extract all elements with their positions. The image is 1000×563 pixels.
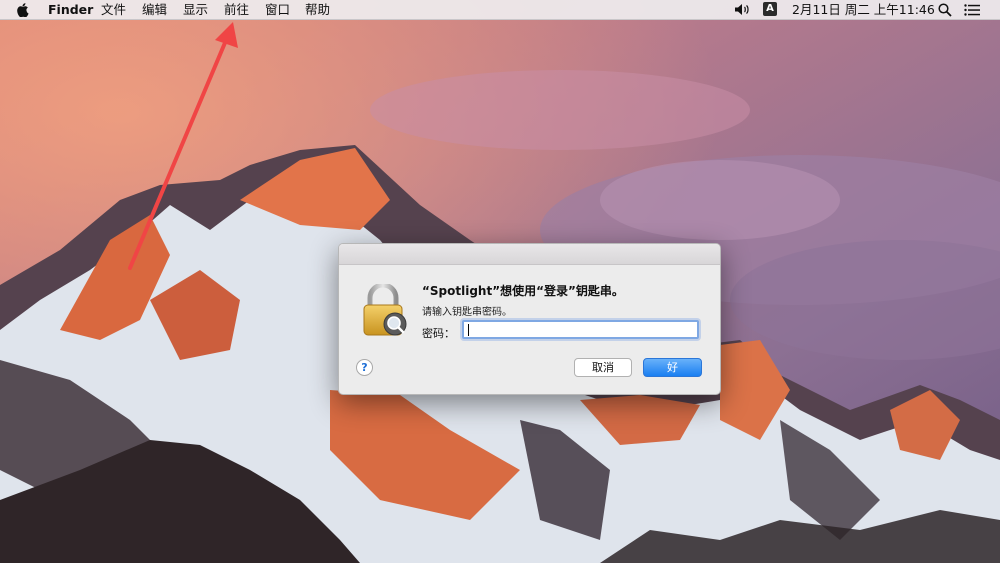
search-icon[interactable] xyxy=(938,3,952,17)
password-label: 密码： xyxy=(422,327,455,340)
apple-logo-icon[interactable] xyxy=(16,2,30,17)
keychain-lock-icon xyxy=(363,284,407,336)
menu-edit[interactable]: 编辑 xyxy=(142,1,167,19)
menu-finder[interactable]: Finder xyxy=(48,1,93,19)
dialog-subtitle: 请输入钥匙串密码。 xyxy=(422,307,512,318)
menu-help[interactable]: 帮助 xyxy=(305,1,330,19)
dialog-title: “Spotlight”想使用“登录”钥匙串。 xyxy=(422,284,624,298)
password-input[interactable] xyxy=(462,320,699,339)
menubar-clock[interactable]: 2月11日 周二 上午11:46 xyxy=(792,1,935,19)
menu-bar: Finder 文件 编辑 显示 前往 窗口 帮助 A 2月11日 周二 上午11… xyxy=(0,0,1000,20)
menu-go[interactable]: 前往 xyxy=(224,1,249,19)
notification-list-icon[interactable] xyxy=(964,4,980,16)
dialog-titlebar[interactable] xyxy=(339,244,720,265)
ok-button[interactable]: 好 xyxy=(643,358,702,377)
menu-window[interactable]: 窗口 xyxy=(265,1,290,19)
help-button[interactable]: ? xyxy=(356,359,373,376)
keychain-password-dialog: “Spotlight”想使用“登录”钥匙串。 请输入钥匙串密码。 密码： ? 取… xyxy=(338,243,721,395)
cancel-button[interactable]: 取消 xyxy=(574,358,632,377)
menu-view[interactable]: 显示 xyxy=(183,1,208,19)
menu-file[interactable]: 文件 xyxy=(101,1,126,19)
magnifier-icon xyxy=(383,312,407,336)
volume-icon[interactable] xyxy=(734,3,750,16)
text-cursor xyxy=(468,324,469,336)
input-source-indicator[interactable]: A xyxy=(763,2,777,16)
